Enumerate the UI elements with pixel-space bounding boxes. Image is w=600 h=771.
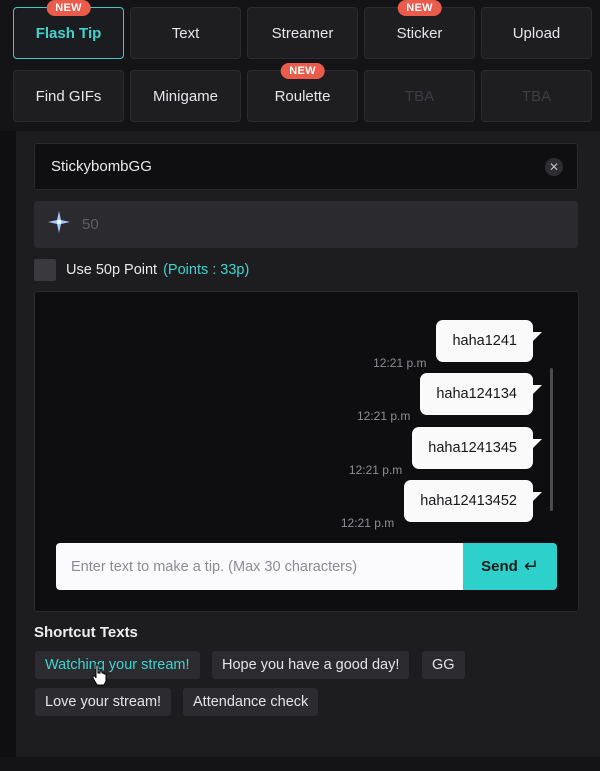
tip-chat-log[interactable]: 12:21 p.m haha1241 12:21 p.m haha124134 …	[34, 291, 579, 612]
message-bubble: haha1241	[436, 320, 542, 362]
tab-upload[interactable]: Upload	[481, 7, 592, 59]
flash-tip-panel: StickybombGG ✕ 50 Use 50p Point (Points …	[16, 131, 600, 757]
chat-message: 12:21 p.m haha124134	[357, 373, 542, 423]
tab-tba-1: TBA	[364, 70, 475, 122]
points-balance: (Points : 33p)	[163, 262, 250, 278]
chat-message: 12:21 p.m haha1241345	[349, 427, 542, 477]
new-badge: NEW	[397, 0, 442, 16]
enter-arrow-icon: ↵	[523, 556, 539, 576]
use-points-checkbox[interactable]	[34, 259, 56, 281]
shortcut-chip[interactable]: Hope you have a good day!	[212, 651, 410, 679]
send-label: Send	[481, 558, 518, 575]
shortcut-chip[interactable]: Watching your stream!	[35, 651, 200, 679]
chat-scrollbar[interactable]	[550, 368, 553, 511]
send-button[interactable]: Send ↵	[463, 543, 557, 590]
close-icon[interactable]: ✕	[545, 158, 563, 176]
mode-tab-grid: NEW Flash Tip Text Streamer NEW Sticker …	[0, 0, 600, 131]
amount-value: 50	[82, 216, 99, 233]
use-points-row: Use 50p Point (Points : 33p)	[34, 259, 249, 281]
message-time: 12:21 p.m	[340, 516, 395, 530]
tab-tba-2: TBA	[481, 70, 592, 122]
sparkle-icon	[48, 211, 70, 238]
tab-find-gifs[interactable]: Find GIFs	[13, 70, 124, 122]
tab-sticker[interactable]: NEW Sticker	[364, 0, 475, 59]
amount-field[interactable]: 50	[34, 201, 578, 248]
tab-label: Upload	[512, 24, 561, 42]
shortcut-chip[interactable]: Attendance check	[183, 688, 319, 716]
tab-label: Text	[171, 24, 200, 42]
tab-streamer[interactable]: Streamer	[247, 7, 358, 59]
message-bubble: haha1241345	[412, 427, 542, 469]
tab-label: Streamer	[271, 24, 334, 42]
tab-label: Find GIFs	[35, 87, 102, 105]
new-badge: NEW	[280, 63, 325, 79]
chat-message: 12:21 p.m haha12413452	[341, 480, 542, 530]
new-badge: NEW	[46, 0, 91, 16]
hand-cursor-icon	[92, 664, 107, 686]
left-gutter	[0, 131, 16, 757]
tab-label: Minigame	[152, 87, 219, 105]
tip-message-input[interactable]	[56, 543, 463, 590]
bottom-edge	[0, 757, 600, 771]
shortcut-chip[interactable]: Love your stream!	[35, 688, 172, 716]
shortcut-texts-title: Shortcut Texts	[34, 624, 138, 641]
message-time: 12:21 p.m	[373, 356, 427, 370]
tab-label: Sticker	[396, 24, 443, 42]
message-bubble: haha124134	[420, 373, 542, 415]
tab-label: TBA	[521, 87, 552, 105]
tab-label: TBA	[404, 87, 435, 105]
tab-label: Flash Tip	[35, 24, 102, 42]
tab-roulette[interactable]: NEW Roulette	[247, 63, 358, 122]
message-time: 12:21 p.m	[356, 409, 411, 423]
recipient-field[interactable]: StickybombGG ✕	[34, 143, 578, 190]
shortcut-chip[interactable]: GG	[422, 651, 465, 679]
chat-message: 12:21 p.m haha1241	[373, 320, 542, 370]
use-points-label: Use 50p Point	[66, 262, 158, 278]
recipient-value: StickybombGG	[51, 158, 152, 175]
tab-minigame[interactable]: Minigame	[130, 70, 241, 122]
tab-text[interactable]: Text	[130, 7, 241, 59]
tab-flash-tip[interactable]: NEW Flash Tip	[13, 0, 124, 59]
tab-label: Roulette	[274, 87, 331, 105]
message-time: 12:21 p.m	[348, 463, 403, 477]
message-bubble: haha12413452	[404, 480, 542, 522]
